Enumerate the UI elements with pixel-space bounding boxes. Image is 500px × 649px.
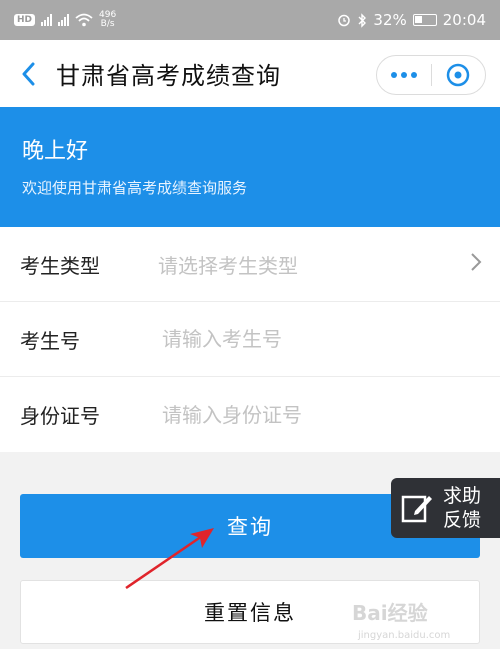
candidate-number-input[interactable] xyxy=(142,327,442,351)
chevron-right-icon xyxy=(471,253,482,271)
candidate-type-select[interactable]: 请选择考生类型 xyxy=(142,250,298,279)
bluetooth-icon xyxy=(358,12,367,28)
edit-icon xyxy=(391,491,443,525)
welcome-subtitle: 欢迎使用甘肃省高考成绩查询服务 xyxy=(22,179,248,197)
watermark-brand: Bai经验 xyxy=(352,601,428,625)
candidate-type-label: 考生类型 xyxy=(20,253,100,278)
annotation-arrow xyxy=(125,528,214,590)
signal-icon xyxy=(58,14,70,26)
candidate-number-row: 考生号 xyxy=(0,302,500,377)
help-feedback-button[interactable]: 求助 反馈 xyxy=(391,478,500,538)
battery-icon xyxy=(412,14,437,26)
help-feedback-label: 求助 反馈 xyxy=(443,485,482,531)
back-button[interactable] xyxy=(0,40,56,107)
close-circle-icon xyxy=(447,63,470,87)
mini-program-capsule xyxy=(376,55,486,95)
more-button[interactable] xyxy=(377,56,431,94)
more-dots-icon xyxy=(390,72,417,78)
hd-badge: HD xyxy=(14,14,36,26)
network-speed: 496 B/s xyxy=(99,10,117,29)
wifi-icon xyxy=(75,13,93,27)
back-arrow-icon xyxy=(22,62,35,85)
candidate-number-label: 考生号 xyxy=(20,328,80,353)
nav-bar: 甘肃省高考成绩查询 xyxy=(0,40,500,107)
alarm-icon xyxy=(338,14,351,27)
watermark-url: jingyan.baidu.com xyxy=(358,630,451,641)
candidate-type-row[interactable]: 考生类型 请选择考生类型 xyxy=(0,227,500,302)
query-form: 考生类型 请选择考生类型 考生号 身份证号 xyxy=(0,227,500,452)
greeting-text: 晚上好 xyxy=(22,139,89,164)
battery-percent: 32% xyxy=(373,11,407,29)
greeting-banner: 晚上好 欢迎使用甘肃省高考成绩查询服务 xyxy=(0,107,500,227)
clock-time: 20:04 xyxy=(442,11,486,29)
page-title: 甘肃省高考成绩查询 xyxy=(56,62,281,90)
close-button[interactable] xyxy=(432,56,486,94)
id-number-input[interactable] xyxy=(142,402,442,427)
id-number-label: 身份证号 xyxy=(20,404,100,428)
baidu-watermark: Bai经验 jingyan.baidu.com xyxy=(352,597,500,647)
signal-icon xyxy=(41,14,53,26)
id-number-row: 身份证号 xyxy=(0,377,500,452)
status-bar: HD 496 B/s 32% 20:04 xyxy=(0,0,500,40)
